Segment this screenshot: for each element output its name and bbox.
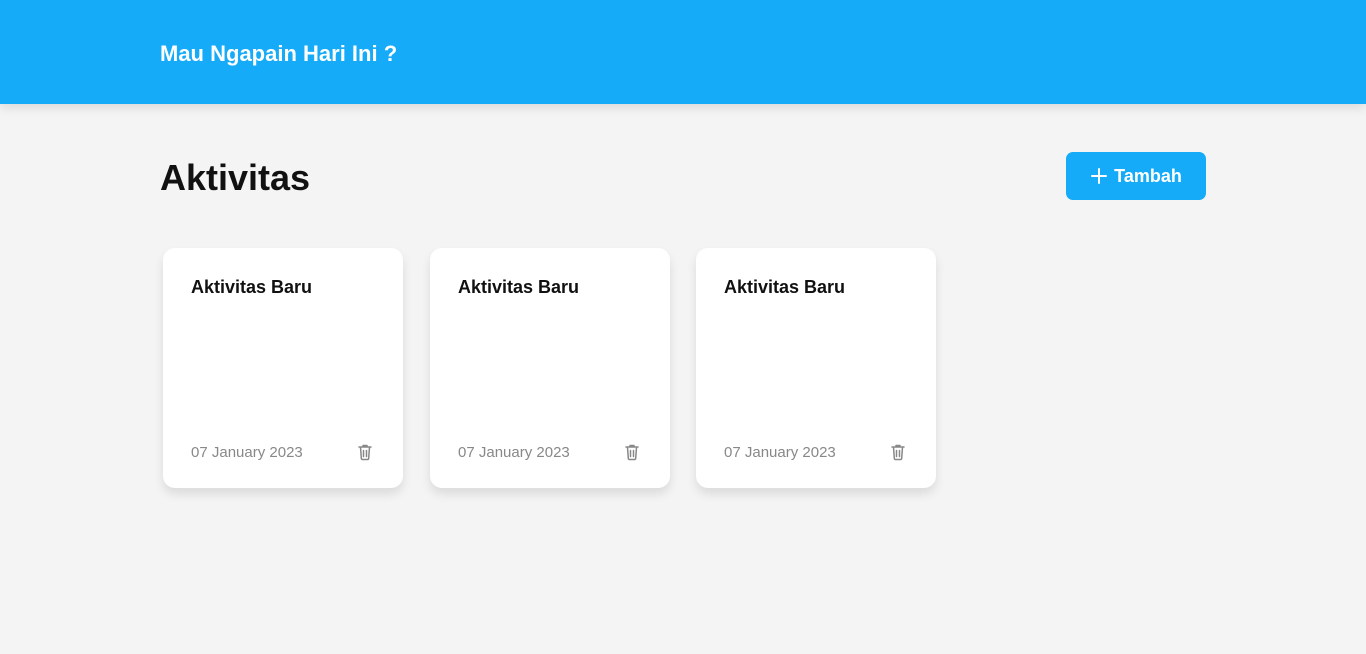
- app-header: Mau Ngapain Hari Ini ?: [0, 0, 1366, 104]
- activity-card[interactable]: Aktivitas Baru 07 January 2023: [696, 248, 936, 488]
- activity-title: Aktivitas Baru: [724, 277, 846, 297]
- plus-icon: [1091, 168, 1108, 184]
- trash-icon[interactable]: [888, 442, 908, 462]
- activity-title: Aktivitas Baru: [458, 277, 580, 297]
- add-button-label: Tambah: [1114, 165, 1182, 186]
- activity-date: 07 January 2023: [458, 444, 570, 461]
- add-activity-button[interactable]: Tambah: [1066, 152, 1206, 200]
- page-title: Aktivitas: [160, 157, 311, 198]
- trash-icon[interactable]: [622, 442, 642, 462]
- activity-title: Aktivitas Baru: [191, 277, 313, 297]
- activity-date: 07 January 2023: [724, 444, 836, 461]
- activity-card[interactable]: Aktivitas Baru 07 January 2023: [163, 248, 403, 488]
- trash-icon[interactable]: [355, 442, 375, 462]
- activity-date: 07 January 2023: [191, 444, 303, 461]
- app-title: Mau Ngapain Hari Ini ?: [160, 41, 398, 66]
- activity-card[interactable]: Aktivitas Baru 07 January 2023: [430, 248, 670, 488]
